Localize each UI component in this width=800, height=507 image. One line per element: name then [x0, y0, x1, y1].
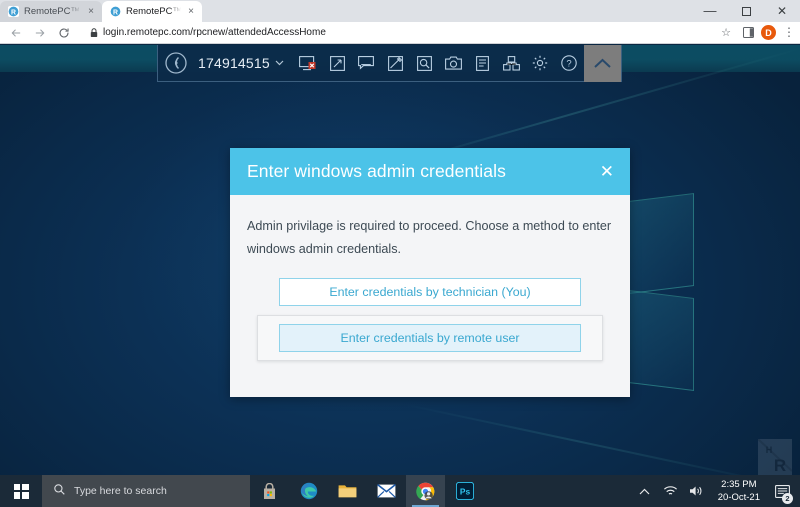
- browser-tab-1-close-icon[interactable]: ×: [86, 7, 96, 17]
- maximize-button[interactable]: [728, 0, 764, 22]
- taskbar-search-input[interactable]: Type here to search: [42, 475, 250, 507]
- collapse-toolbar-icon[interactable]: [584, 45, 621, 82]
- enter-credentials-technician-button[interactable]: Enter credentials by technician (You): [279, 278, 581, 306]
- lock-icon: [90, 28, 98, 37]
- windows-taskbar: Type here to search: [0, 475, 800, 507]
- dialog-header: Enter windows admin credentials ✕: [230, 148, 630, 195]
- system-tray: 2:35 PM 20-Oct-21 2: [632, 475, 800, 507]
- browser-tab-2[interactable]: R RemotePC™ Attended ×: [102, 1, 202, 22]
- show-hidden-icons-icon[interactable]: [632, 475, 658, 507]
- screenshot-icon[interactable]: [439, 45, 468, 82]
- svg-text:H: H: [766, 445, 773, 455]
- svg-text:R: R: [774, 456, 786, 475]
- browser-toolbar: login.remotepc.com/rpcnew/attendedAccess…: [0, 22, 800, 44]
- side-panel-icon[interactable]: [737, 22, 759, 44]
- profile-avatar[interactable]: D: [761, 25, 776, 40]
- remotepc-icon: R: [8, 6, 19, 17]
- end-session-icon[interactable]: [294, 45, 323, 82]
- svg-text:R: R: [113, 9, 118, 16]
- dialog-footer: [230, 375, 630, 397]
- browser-tab-1[interactable]: R RemotePC™ - Compu ×: [0, 1, 102, 22]
- clipboard-icon[interactable]: [468, 45, 497, 82]
- dialog-body: Admin privilage is required to proceed. …: [230, 195, 630, 375]
- remotepc-session-toolbar: 174914515: [157, 45, 622, 82]
- enter-credentials-remote-user-button[interactable]: Enter credentials by remote user: [279, 324, 581, 352]
- dialog-title: Enter windows admin credentials: [247, 161, 506, 182]
- browser-menu-icon[interactable]: ⋮: [778, 22, 800, 44]
- address-bar-url: login.remotepc.com/rpcnew/attendedAccess…: [103, 27, 326, 38]
- mail-icon[interactable]: [367, 475, 406, 507]
- windows-start-icon[interactable]: [0, 475, 42, 507]
- settings-icon[interactable]: [526, 45, 555, 82]
- back-icon[interactable]: [4, 22, 28, 44]
- session-id-value: 174914515: [198, 55, 270, 71]
- browser-tab-2-title: RemotePC™ Attended: [126, 6, 181, 17]
- forward-icon[interactable]: [28, 22, 52, 44]
- clock-date: 20-Oct-21: [718, 491, 760, 504]
- chevron-down-icon: [275, 58, 284, 68]
- help-icon[interactable]: ?: [555, 45, 584, 82]
- wifi-icon[interactable]: [658, 475, 684, 507]
- minimize-button[interactable]: —: [692, 0, 728, 22]
- dialog-actions: Enter credentials by technician (You) En…: [247, 278, 613, 361]
- whiteboard-icon[interactable]: [381, 45, 410, 82]
- microsoft-edge-icon[interactable]: [289, 475, 328, 507]
- photoshop-icon[interactable]: Ps: [445, 475, 484, 507]
- action-center-icon[interactable]: 2: [768, 475, 796, 507]
- session-id[interactable]: 174914515: [194, 55, 294, 71]
- close-window-button[interactable]: ✕: [764, 0, 800, 22]
- svg-text:?: ?: [567, 59, 572, 70]
- session-toolbar-icons: ?: [294, 45, 584, 82]
- microsoft-store-icon[interactable]: [250, 475, 289, 507]
- file-transfer-icon[interactable]: [497, 45, 526, 82]
- remote-desktop-viewport[interactable]: 174914515: [0, 45, 800, 507]
- file-explorer-icon[interactable]: [328, 475, 367, 507]
- remotepc-icon: R: [110, 6, 121, 17]
- zoom-icon[interactable]: [410, 45, 439, 82]
- fullscreen-icon[interactable]: [323, 45, 352, 82]
- window-controls: — ✕: [692, 0, 800, 22]
- dialog-message: Admin privilage is required to proceed. …: [247, 215, 613, 261]
- browser-tab-1-title: RemotePC™ - Compu: [24, 6, 81, 17]
- search-icon: [54, 484, 65, 498]
- svg-text:Ps: Ps: [459, 486, 470, 496]
- taskbar-apps: Ps: [250, 475, 484, 507]
- admin-credentials-dialog: Enter windows admin credentials ✕ Admin …: [230, 148, 630, 397]
- chat-icon[interactable]: [352, 45, 381, 82]
- taskbar-search-placeholder: Type here to search: [74, 485, 167, 497]
- google-chrome-icon[interactable]: [406, 475, 445, 507]
- remotepc-watermark: R H: [758, 439, 792, 479]
- address-bar[interactable]: login.remotepc.com/rpcnew/attendedAccess…: [82, 25, 709, 41]
- clock-time: 2:35 PM: [721, 478, 756, 491]
- reload-icon[interactable]: [52, 22, 76, 44]
- bookmark-star-icon[interactable]: ☆: [715, 22, 737, 44]
- browser-tab-2-close-icon[interactable]: ×: [186, 7, 196, 17]
- screen: R RemotePC™ - Compu × R RemotePC™ Attend…: [0, 0, 800, 507]
- taskbar-clock[interactable]: 2:35 PM 20-Oct-21: [710, 475, 768, 507]
- svg-text:R: R: [11, 9, 16, 16]
- notification-count-badge: 2: [782, 493, 793, 504]
- browser-tabstrip: R RemotePC™ - Compu × R RemotePC™ Attend…: [0, 0, 800, 22]
- remotepc-logo-icon: [158, 45, 194, 82]
- speaker-icon[interactable]: [684, 475, 710, 507]
- close-icon[interactable]: ✕: [598, 161, 616, 182]
- remote-user-button-focus-frame: Enter credentials by remote user: [257, 315, 603, 361]
